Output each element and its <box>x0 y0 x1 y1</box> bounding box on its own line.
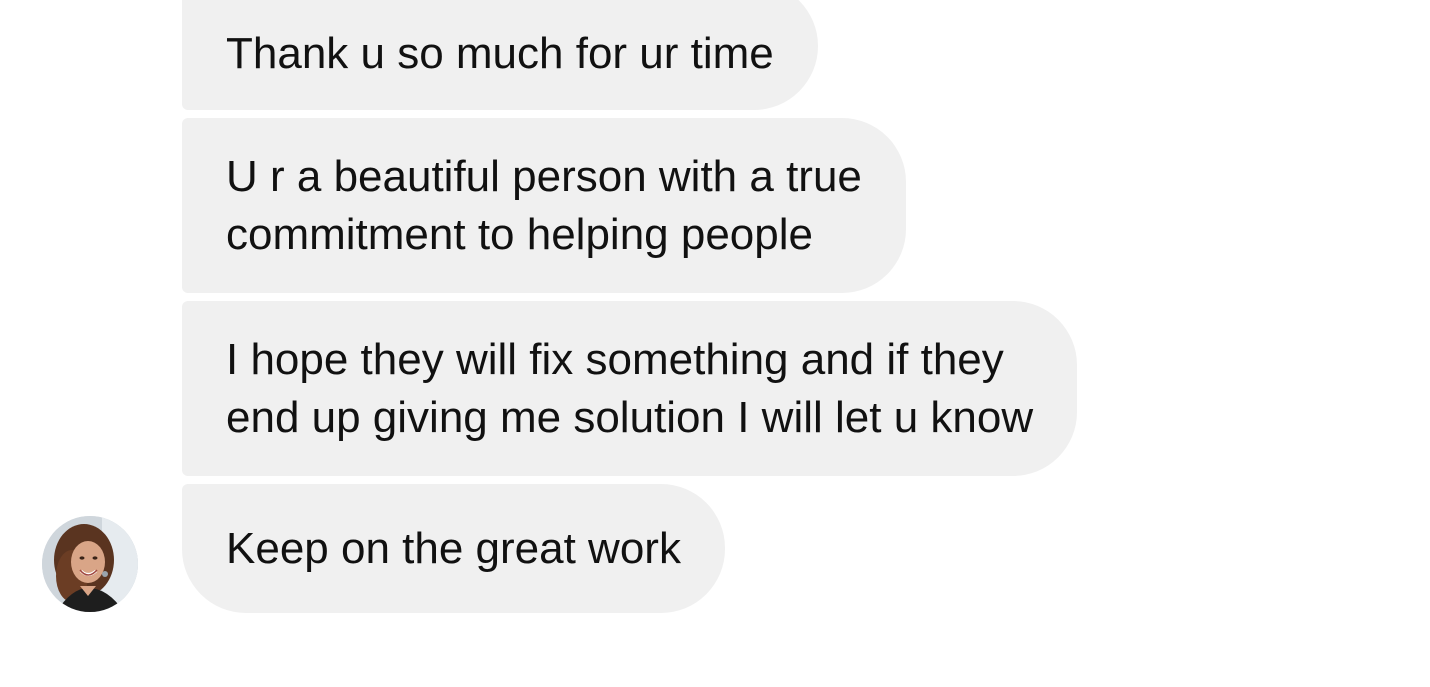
message-thread: Thank u so much for ur time U r a beauti… <box>0 0 1430 687</box>
message-text: Thank u so much for ur time <box>226 25 774 83</box>
profile-photo-icon <box>42 516 138 612</box>
message-bubble[interactable]: Keep on the great work <box>182 484 725 613</box>
message-text: I hope they will fix something and if th… <box>226 331 1033 447</box>
message-bubble[interactable]: I hope they will fix something and if th… <box>182 301 1078 476</box>
message-line: end up giving me solution I will let u k… <box>226 392 1034 442</box>
message-text: Keep on the great work <box>226 520 681 578</box>
message-line: U r a beautiful person with a true <box>226 151 862 201</box>
message-bubble[interactable]: Thank u so much for ur time <box>182 0 818 110</box>
sender-avatar[interactable] <box>42 516 138 612</box>
message-line: commitment to helping people <box>226 209 813 259</box>
message-line: I hope they will fix something and if th… <box>226 334 1004 384</box>
message-line: Thank u so much for ur time <box>226 29 774 78</box>
message-text: U r a beautiful person with a true commi… <box>226 148 862 264</box>
message-line: Keep on the great work <box>226 523 681 573</box>
message-bubble[interactable]: U r a beautiful person with a true commi… <box>182 118 906 293</box>
